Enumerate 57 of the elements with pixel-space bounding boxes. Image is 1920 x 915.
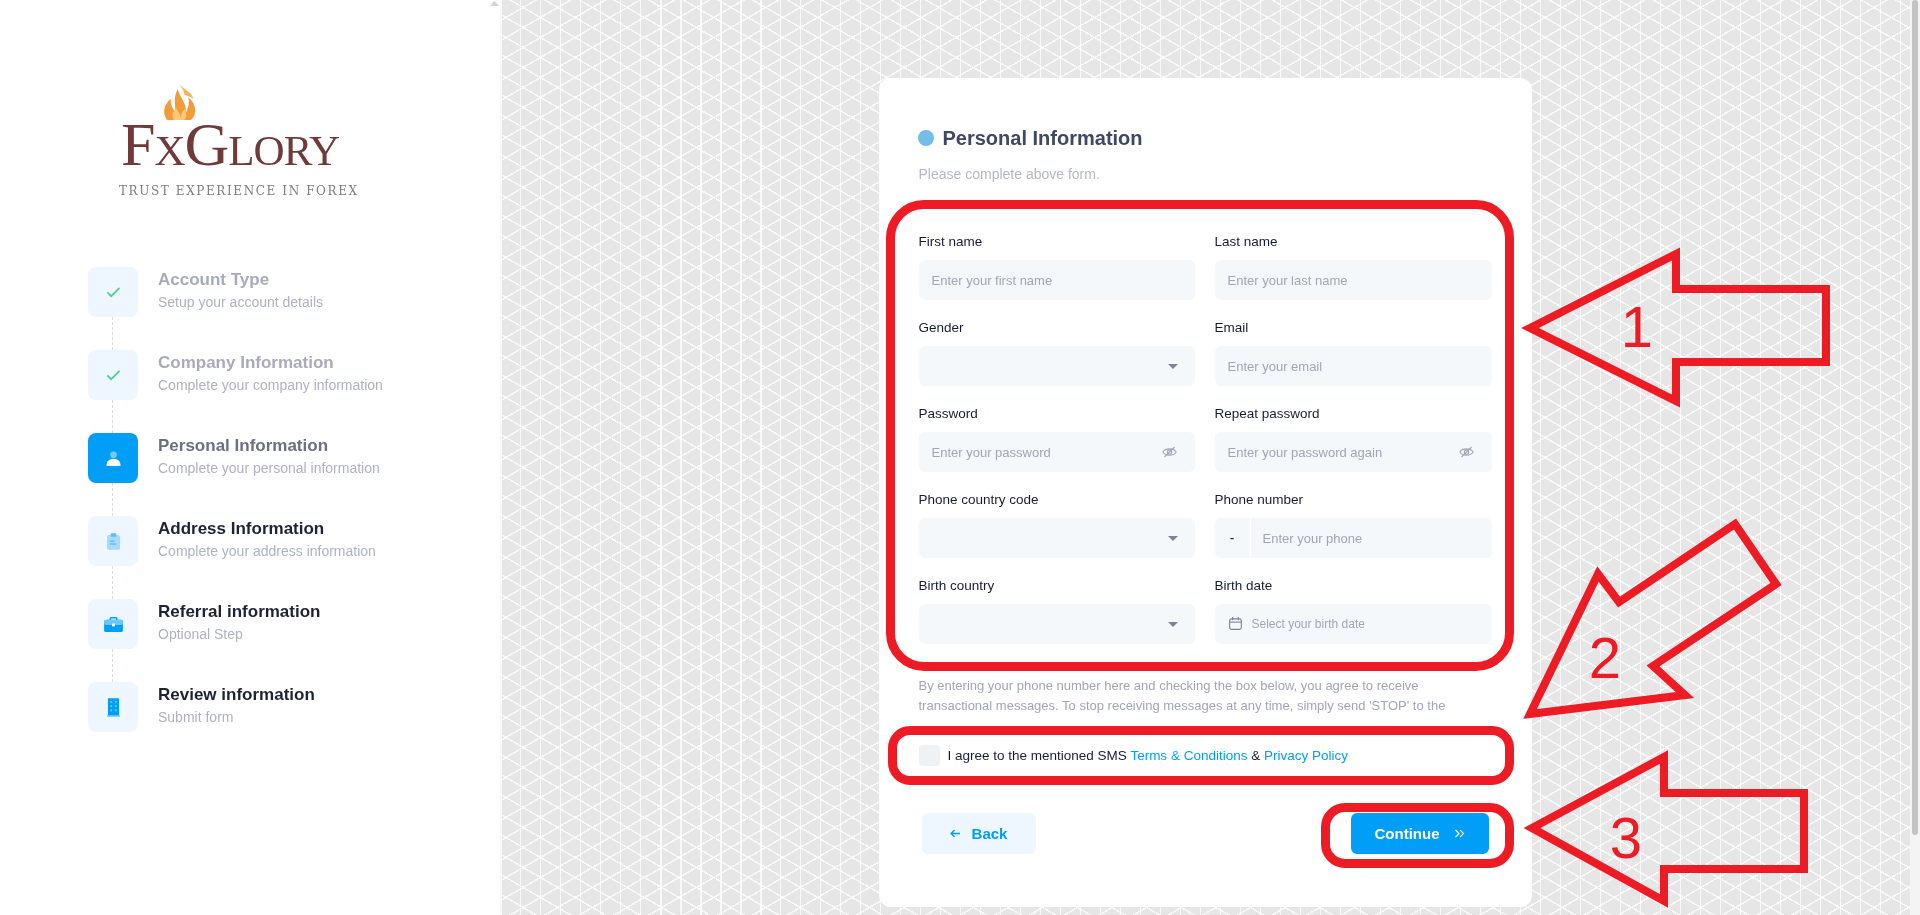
- field-label: Birth country: [918, 577, 996, 595]
- step-subtitle: Complete your company information: [158, 376, 383, 395]
- step-title: Referral information: [158, 601, 321, 623]
- field-label: Password: [918, 405, 979, 423]
- eye-slash-icon[interactable]: [1161, 446, 1177, 458]
- scrollbar-thumb[interactable]: [1912, 0, 1918, 835]
- step-title: Company Information: [158, 352, 335, 374]
- field-label: Gender: [918, 319, 965, 337]
- input-field[interactable]: Enter your first name: [918, 260, 1195, 300]
- sms-notice-text: By entering your phone number here and checking the box below, you agree to receive transactional messages. To stop receiving messages at any time, simply send 'STOP' to the: [918, 677, 1447, 715]
- scroll-up-arrow-icon[interactable]: [490, 1, 499, 6]
- caret-down-icon: [1167, 621, 1178, 627]
- step-title: Address Information: [158, 518, 326, 540]
- date-field[interactable]: Select your birth date: [1214, 604, 1492, 644]
- logo-wordmark: FxGlory: [121, 121, 339, 167]
- password-field[interactable]: Enter your password: [918, 432, 1195, 472]
- dropdown-field[interactable]: [918, 604, 1195, 644]
- caret-down-icon: [1167, 363, 1178, 369]
- field-label: Repeat password: [1214, 405, 1321, 423]
- dropdown-field[interactable]: [918, 518, 1195, 558]
- step-title: Account Type: [158, 269, 271, 291]
- annotation-number: 3: [1609, 805, 1643, 870]
- field-label: Email: [1214, 319, 1250, 337]
- form-title: Personal Information: [942, 126, 1143, 150]
- step-subtitle: Complete your personal information: [158, 459, 380, 478]
- step-title: Review information: [158, 684, 315, 706]
- arrow-left-icon: [949, 829, 961, 838]
- step-subtitle: Setup your account details: [158, 293, 323, 312]
- double-chevron-right-icon: [1453, 829, 1465, 838]
- consent-link[interactable]: Terms & Conditions: [1130, 747, 1248, 763]
- dropdown-field[interactable]: [918, 346, 1195, 386]
- step-title: Personal Information: [158, 435, 330, 457]
- field-label: Phone country code: [918, 491, 1040, 509]
- annotation-number: 1: [1620, 294, 1654, 359]
- field-label: Birth date: [1214, 577, 1274, 595]
- consent-link[interactable]: Privacy Policy: [1263, 747, 1348, 763]
- logo-tagline: TRUST EXPERIENCE IN FOREX: [119, 183, 359, 199]
- field-label: Last name: [1214, 233, 1279, 251]
- input-field[interactable]: Enter your email: [1214, 346, 1492, 386]
- phone-field[interactable]: Enter your phone: [1250, 518, 1492, 558]
- field-label: Phone number: [1214, 491, 1305, 509]
- step-subtitle: Complete your address information: [158, 542, 376, 561]
- step-subtitle: Submit form: [158, 708, 235, 727]
- calendar-icon: [1228, 617, 1242, 630]
- password-field[interactable]: Enter your password again: [1214, 432, 1492, 472]
- step-subtitle: Optional Step: [158, 625, 244, 644]
- annotation-number: 2: [1588, 625, 1622, 690]
- back-button[interactable]: Back: [921, 813, 1036, 854]
- caret-down-icon: [1167, 535, 1178, 541]
- field-label: First name: [918, 233, 984, 251]
- eye-slash-icon[interactable]: [1458, 446, 1474, 458]
- consent-text: I agree to the mentioned SMS Terms & Conditions & Privacy Policy: [947, 746, 1348, 765]
- phone-prefix-addon: -: [1214, 518, 1251, 558]
- input-field[interactable]: Enter your last name: [1214, 260, 1492, 300]
- bullet-dot-icon: [917, 130, 934, 146]
- continue-button[interactable]: Continue: [1350, 813, 1489, 854]
- form-subtitle: Please complete above form.: [918, 165, 1101, 184]
